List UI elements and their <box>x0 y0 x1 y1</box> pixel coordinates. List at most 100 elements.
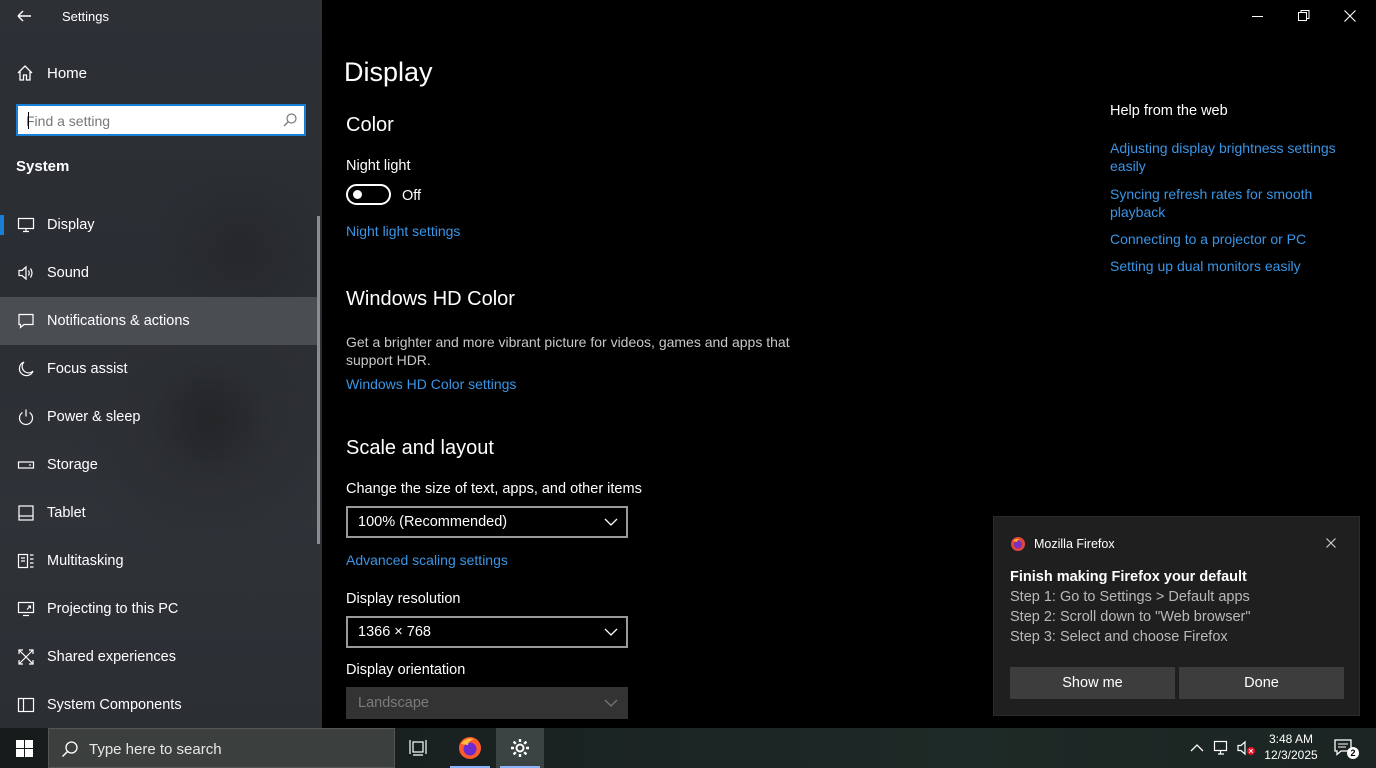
chevron-up-icon <box>1190 744 1204 752</box>
sidebar-item-notifications[interactable]: Notifications & actions <box>0 297 318 345</box>
help-link-refresh-rates[interactable]: Syncing refresh rates for smooth playbac… <box>1110 185 1350 221</box>
chevron-down-icon <box>604 628 618 636</box>
orientation-value: Landscape <box>358 695 429 711</box>
components-icon <box>17 697 35 713</box>
network-icon <box>1213 740 1228 755</box>
sidebar-item-multitasking[interactable]: Multitasking <box>0 537 318 585</box>
sidebar-item-label: Power & sleep <box>47 409 141 425</box>
orientation-dropdown[interactable]: Landscape <box>346 687 628 719</box>
section-title: System <box>16 158 70 175</box>
close-icon[interactable] <box>1325 537 1337 549</box>
hdr-settings-link[interactable]: Windows HD Color settings <box>346 376 516 392</box>
sidebar-item-storage[interactable]: Storage <box>0 441 318 489</box>
sidebar-item-power-sleep[interactable]: Power & sleep <box>0 393 318 441</box>
taskbar-search-text: Type here to search <box>89 741 222 758</box>
gear-icon <box>511 739 529 757</box>
sidebar-item-tablet[interactable]: Tablet <box>0 489 318 537</box>
sidebar-item-label: Display <box>47 217 95 233</box>
moon-icon <box>18 361 34 377</box>
help-link-brightness[interactable]: Adjusting display brightness settings ea… <box>1110 139 1350 175</box>
windows-logo-icon <box>16 740 33 757</box>
taskbar-settings[interactable] <box>496 728 544 768</box>
scale-heading: Scale and layout <box>346 437 494 459</box>
multitasking-icon <box>17 553 34 569</box>
sidebar-item-label: Projecting to this PC <box>47 601 179 617</box>
help-link-projector[interactable]: Connecting to a projector or PC <box>1110 230 1350 248</box>
sidebar-item-sound[interactable]: Sound <box>0 249 318 297</box>
sidebar-item-display[interactable]: Display <box>0 201 318 249</box>
clock[interactable]: 3:48 AM 12/3/2025 <box>1262 731 1320 763</box>
done-button[interactable]: Done <box>1179 667 1344 699</box>
taskbar-search-box[interactable]: Type here to search <box>48 728 395 768</box>
sidebar-item-label: Notifications & actions <box>47 313 190 329</box>
find-setting-search[interactable] <box>16 104 306 136</box>
firefox-icon <box>459 737 481 759</box>
toggle-knob <box>353 190 362 199</box>
toast-step-2: Step 2: Scroll down to "Web browser" <box>1010 609 1251 625</box>
toast-step-1: Step 1: Go to Settings > Default apps <box>1010 589 1250 605</box>
help-title: Help from the web <box>1110 103 1228 119</box>
night-light-label: Night light <box>346 158 411 174</box>
sidebar-item-focus-assist[interactable]: Focus assist <box>0 345 318 393</box>
hdr-heading: Windows HD Color <box>346 288 515 310</box>
back-arrow-icon <box>17 10 31 22</box>
action-center-button[interactable]: 2 <box>1330 728 1360 768</box>
show-me-button[interactable]: Show me <box>1010 667 1175 699</box>
help-link-dual-monitors[interactable]: Setting up dual monitors easily <box>1110 257 1350 275</box>
show-hidden-icons[interactable] <box>1186 728 1206 768</box>
tablet-icon <box>18 505 34 521</box>
firefox-icon <box>1011 537 1025 551</box>
sidebar-item-label: Storage <box>47 457 98 473</box>
muted-speaker-icon <box>1237 740 1255 756</box>
search-icon[interactable] <box>282 112 298 128</box>
title-bar: Settings <box>0 0 322 34</box>
toast-heading: Finish making Firefox your default <box>1010 569 1247 585</box>
advanced-scaling-link[interactable]: Advanced scaling settings <box>346 552 508 568</box>
speaker-icon <box>18 265 33 281</box>
color-heading: Color <box>346 114 394 136</box>
monitor-icon <box>17 217 35 233</box>
night-light-toggle[interactable] <box>346 184 391 205</box>
hdr-description: Get a brighter and more vibrant picture … <box>346 334 790 368</box>
app-title: Settings <box>62 9 109 24</box>
sidebar-item-system-components[interactable]: System Components <box>0 681 318 729</box>
close-icon[interactable] <box>1342 8 1358 24</box>
notification-badge: 2 <box>1347 747 1359 759</box>
size-label: Change the size of text, apps, and other… <box>346 481 642 497</box>
sidebar-item-label: System Components <box>47 697 182 713</box>
sidebar-item-shared-experiences[interactable]: Shared experiences <box>0 633 318 681</box>
task-view-button[interactable] <box>395 728 443 768</box>
back-button[interactable] <box>10 4 38 28</box>
scale-value: 100% (Recommended) <box>358 514 508 530</box>
start-button[interactable] <box>0 728 48 768</box>
clock-time: 3:48 AM <box>1268 732 1314 746</box>
task-view-icon <box>409 740 427 756</box>
sidebar-item-label: Sound <box>47 265 89 281</box>
toast-app-name: Mozilla Firefox <box>1034 537 1115 551</box>
network-tray[interactable] <box>1210 728 1234 768</box>
restore-icon[interactable] <box>1296 8 1312 24</box>
home-link[interactable]: Home <box>0 56 322 90</box>
resolution-dropdown[interactable]: 1366 × 768 <box>346 616 628 648</box>
home-icon <box>17 65 33 81</box>
search-icon <box>61 741 78 758</box>
window-controls <box>1236 0 1376 32</box>
night-light-settings-link[interactable]: Night light settings <box>346 223 460 239</box>
sidebar-item-label: Focus assist <box>47 361 128 377</box>
taskbar-firefox[interactable] <box>446 728 494 768</box>
sidebar: Settings Home System Display <box>0 0 322 728</box>
scale-dropdown[interactable]: 100% (Recommended) <box>346 506 628 538</box>
sidebar-item-projecting[interactable]: Projecting to this PC <box>0 585 318 633</box>
sidebar-item-label: Tablet <box>47 505 86 521</box>
sidebar-scrollbar[interactable] <box>317 216 320 544</box>
sidebar-item-label: Multitasking <box>47 553 124 569</box>
night-light-state: Off <box>402 188 422 204</box>
volume-tray[interactable] <box>1234 728 1258 768</box>
minimize-icon[interactable] <box>1250 8 1266 24</box>
search-input[interactable] <box>26 111 276 130</box>
resolution-value: 1366 × 768 <box>358 624 431 640</box>
page-title: Display <box>344 57 433 87</box>
clock-date: 12/3/2025 <box>1264 748 1318 762</box>
toast-step-3: Step 3: Select and choose Firefox <box>1010 629 1228 645</box>
chevron-down-icon <box>604 518 618 526</box>
